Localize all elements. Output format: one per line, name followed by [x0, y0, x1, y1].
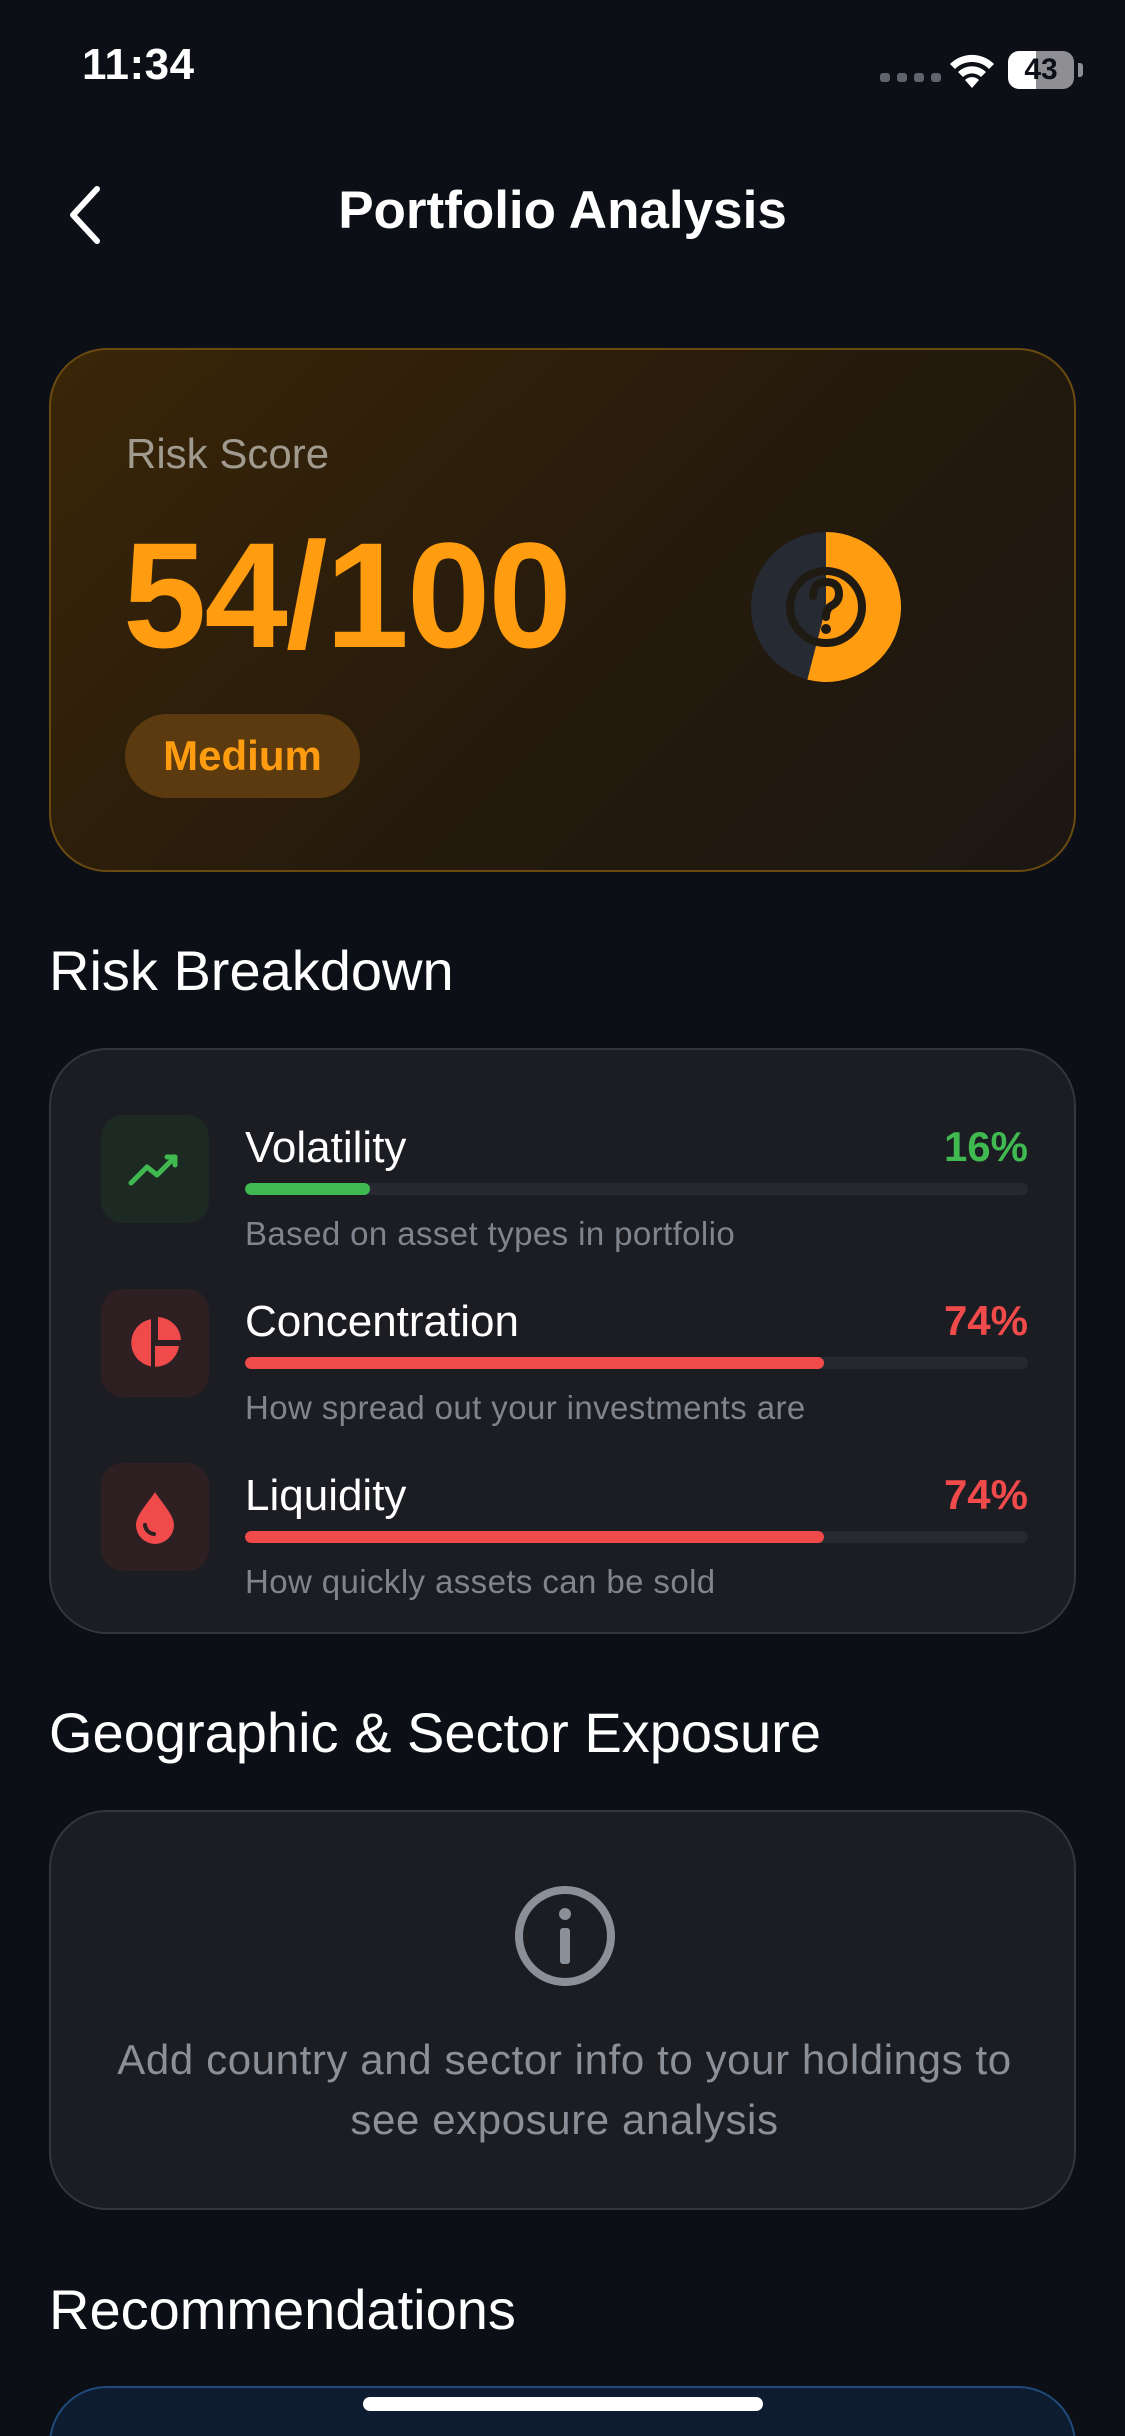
water-drop-icon	[101, 1463, 209, 1571]
risk-row-percent: 16%	[943, 1123, 1028, 1170]
risk-row-description: Based on asset types in portfolio	[245, 1215, 736, 1252]
risk-breakdown-title: Risk Breakdown	[49, 939, 454, 1002]
recommendations-title: Recommendations	[49, 2278, 516, 2341]
risk-score-value: 54/100	[123, 511, 572, 679]
risk-row-progress-fill	[245, 1357, 825, 1369]
pie-chart-icon	[101, 1289, 209, 1397]
home-indicator	[363, 2397, 763, 2411]
risk-row-description: How quickly assets can be sold	[245, 1563, 716, 1600]
wifi-icon	[950, 54, 994, 88]
page-title: Portfolio Analysis	[338, 181, 787, 240]
risk-row-name: Concentration	[245, 1297, 519, 1346]
risk-row-progress	[245, 1357, 1028, 1369]
risk-score-card: Risk Score 54/100 Medium	[49, 348, 1076, 872]
portfolio-analysis-screen: 11:34 43 Portfolio Analysis Risk Score 5…	[0, 0, 1125, 2436]
risk-level-badge: Medium	[125, 714, 360, 798]
battery-level-text: 43	[1024, 53, 1058, 86]
recommendation-card[interactable]	[49, 2386, 1076, 2436]
cellular-signal-icon	[880, 73, 941, 82]
exposure-empty-message: Add country and sector info to your hold…	[117, 2036, 1012, 2143]
exposure-empty-card: Add country and sector info to your hold…	[49, 1810, 1076, 2210]
risk-row-percent: 74%	[943, 1297, 1028, 1344]
risk-score-label: Risk Score	[126, 430, 330, 477]
status-bar: 11:34 43	[0, 0, 1125, 140]
risk-row-progress-fill	[245, 1183, 371, 1195]
risk-row-name: Liquidity	[245, 1471, 407, 1520]
trending-up-icon	[101, 1115, 209, 1223]
status-time: 11:34	[82, 40, 195, 89]
risk-row-liquidity[interactable]: Liquidity 74% How quickly assets can be …	[51, 1461, 1078, 1621]
risk-row-description: How spread out your investments are	[245, 1389, 806, 1426]
risk-breakdown-card: Volatility 16% Based on asset types in p…	[49, 1048, 1076, 1634]
battery-icon: 43	[1008, 51, 1083, 89]
risk-row-progress-fill	[245, 1531, 825, 1543]
risk-row-concentration[interactable]: Concentration 74% How spread out your in…	[51, 1287, 1078, 1447]
exposure-title: Geographic & Sector Exposure	[49, 1701, 821, 1764]
risk-row-progress	[245, 1531, 1028, 1543]
risk-row-progress	[245, 1183, 1028, 1195]
risk-row-percent: 74%	[943, 1471, 1028, 1518]
risk-row-volatility[interactable]: Volatility 16% Based on asset types in p…	[51, 1113, 1078, 1273]
risk-gauge	[751, 532, 901, 682]
info-icon	[515, 1886, 615, 1986]
risk-row-name: Volatility	[245, 1123, 407, 1172]
